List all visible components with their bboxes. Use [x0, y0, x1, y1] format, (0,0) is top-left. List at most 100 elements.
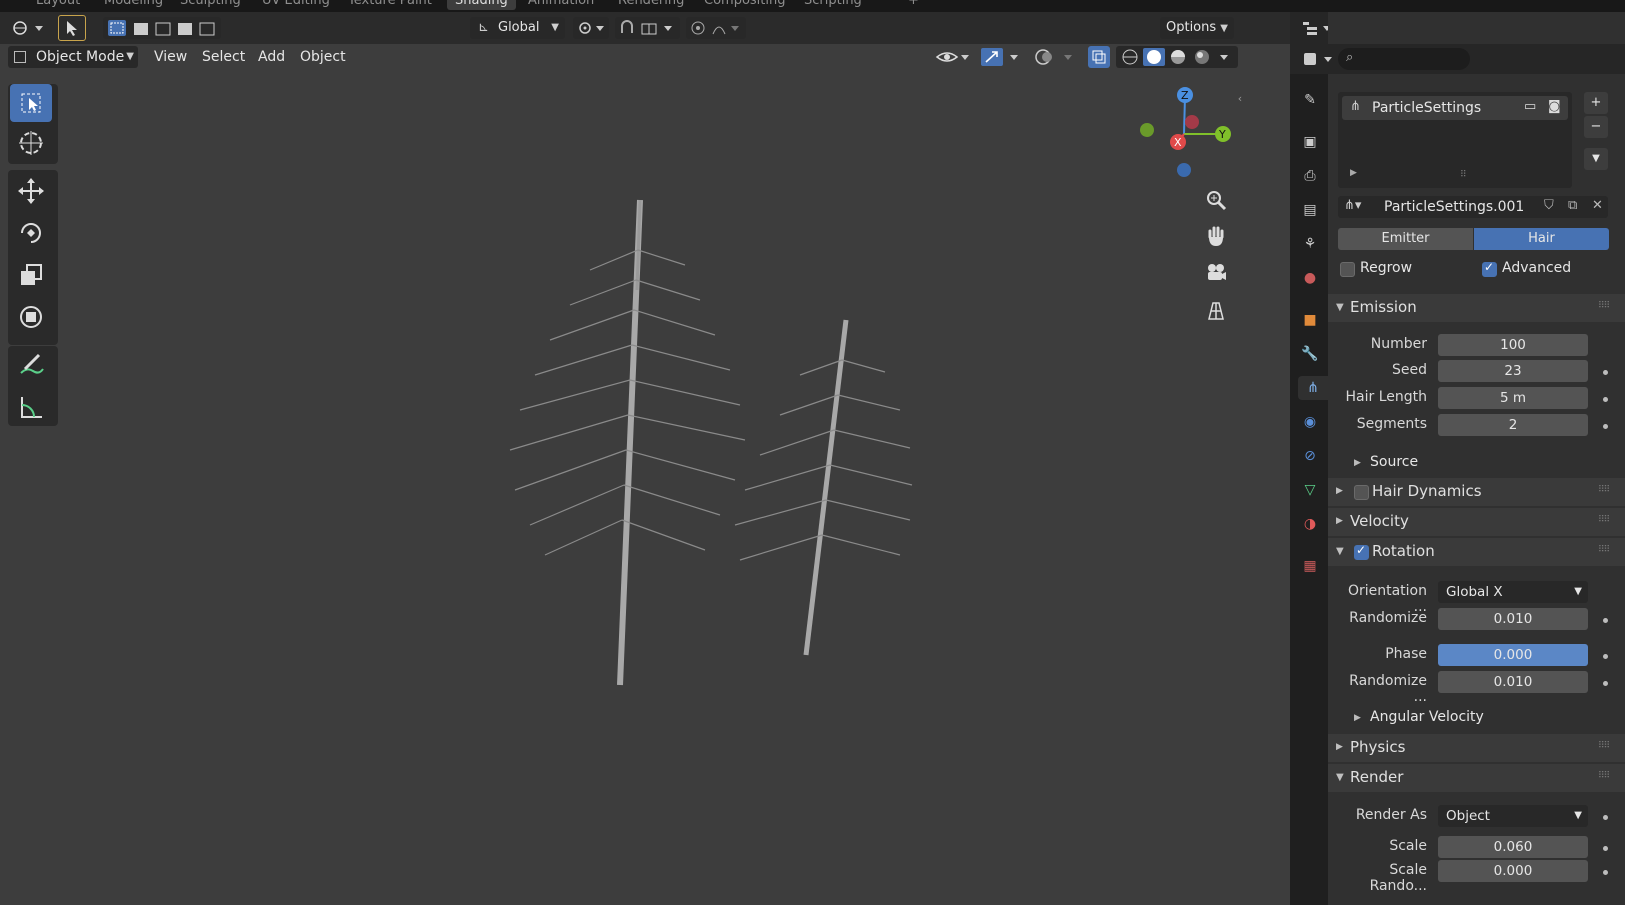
- measure-tool[interactable]: [10, 388, 52, 426]
- modifier-wrench-icon[interactable]: 🔧: [1298, 342, 1322, 366]
- resize-grip-icon[interactable]: ⠿: [1460, 170, 1467, 180]
- menu-view[interactable]: View: [148, 46, 193, 68]
- menu-add[interactable]: Add: [252, 46, 291, 68]
- menu-object[interactable]: Object: [294, 46, 352, 68]
- scale-tool[interactable]: [10, 256, 52, 294]
- keyframe-dot[interactable]: [1603, 654, 1608, 659]
- object-tab-icon[interactable]: ■: [1298, 308, 1322, 332]
- workspace-tab[interactable]: Texture Paint: [340, 0, 440, 10]
- orientation-dropdown[interactable]: Global X ▼: [1438, 581, 1588, 603]
- keyframe-dot[interactable]: [1603, 870, 1608, 875]
- randomize-phase-field[interactable]: 0.010: [1438, 671, 1588, 693]
- fake-user-shield-icon[interactable]: ⛉: [1544, 198, 1554, 213]
- selection-mode-icons[interactable]: [103, 17, 221, 39]
- select-box-tool[interactable]: [10, 84, 52, 122]
- shading-mode-icons[interactable]: [1116, 46, 1238, 68]
- perspective-toggle-icon[interactable]: [1202, 296, 1230, 324]
- specials-menu-button[interactable]: ▼: [1584, 148, 1608, 170]
- snap-icon[interactable]: [615, 17, 680, 39]
- angular-velocity-subpanel[interactable]: Angular Velocity: [1370, 709, 1484, 725]
- hair-length-field[interactable]: 5 m: [1438, 387, 1588, 409]
- proportional-editing-icon[interactable]: [686, 17, 746, 39]
- segments-field[interactable]: 2: [1438, 414, 1588, 436]
- pivot-point-icon[interactable]: [573, 17, 609, 39]
- material-tab-icon[interactable]: ◑: [1298, 512, 1322, 536]
- physics-tab-icon[interactable]: ◉: [1298, 410, 1322, 434]
- close-icon[interactable]: ✕: [1592, 198, 1603, 213]
- duplicate-icon[interactable]: ⧉: [1568, 198, 1577, 213]
- workspace-tab[interactable]: Modeling: [96, 0, 171, 10]
- move-tool[interactable]: [10, 172, 52, 210]
- xray-toggle-icon[interactable]: [1088, 46, 1110, 68]
- add-slot-button[interactable]: +: [1584, 92, 1608, 114]
- keyframe-dot[interactable]: [1603, 846, 1608, 851]
- visibility-eye-icon[interactable]: [933, 46, 973, 68]
- remove-slot-button[interactable]: −: [1584, 116, 1608, 138]
- scene-tab-icon[interactable]: ⚘: [1298, 232, 1322, 256]
- object-data-tab-icon[interactable]: ▽: [1298, 478, 1322, 502]
- tool-settings-tab-icon[interactable]: ✎: [1298, 88, 1322, 112]
- scale-field[interactable]: 0.060: [1438, 836, 1588, 858]
- constraints-tab-icon[interactable]: ⊘: [1298, 444, 1322, 468]
- regrow-checkbox[interactable]: [1340, 262, 1355, 277]
- navigation-gizmo[interactable]: Z Y X: [1130, 84, 1240, 184]
- gizmo-toggle-icon[interactable]: [978, 46, 1026, 68]
- expand-icon[interactable]: ▶: [1350, 168, 1357, 178]
- hair-dynamics-checkbox[interactable]: [1354, 485, 1369, 500]
- camera-view-icon[interactable]: [1202, 258, 1230, 286]
- mode-dropdown[interactable]: Object Mode ▼: [8, 46, 138, 68]
- keyframe-dot[interactable]: [1603, 370, 1608, 375]
- view-layer-tab-icon[interactable]: ▤: [1298, 198, 1322, 222]
- particles-browse-icon[interactable]: ⋔▾: [1344, 198, 1361, 213]
- rotation-checkbox[interactable]: [1354, 543, 1369, 560]
- drag-grip-icon[interactable]: ⠿⠿: [1598, 515, 1610, 525]
- drag-grip-icon[interactable]: ⠿⠿: [1598, 771, 1610, 781]
- workspace-tab[interactable]: Compositing: [696, 0, 794, 10]
- annotate-tool[interactable]: [10, 346, 52, 384]
- render-tab-icon[interactable]: ▣: [1298, 130, 1322, 154]
- seed-field[interactable]: 23: [1438, 360, 1588, 382]
- phase-field[interactable]: 0.000: [1438, 644, 1588, 666]
- editor-type-icon[interactable]: [8, 17, 48, 39]
- particles-tab-icon[interactable]: ⋔: [1298, 376, 1328, 400]
- transform-tool[interactable]: [10, 298, 52, 336]
- pan-hand-icon[interactable]: [1202, 222, 1230, 250]
- randomize-field[interactable]: 0.010: [1438, 608, 1588, 630]
- add-workspace-button[interactable]: +: [900, 0, 927, 10]
- drag-grip-icon[interactable]: ⠿⠿: [1598, 545, 1610, 555]
- drag-grip-icon[interactable]: ⠿⠿: [1598, 485, 1610, 495]
- datablock-name[interactable]: ParticleSettings.001: [1384, 199, 1524, 215]
- emitter-type-button[interactable]: Emitter: [1338, 228, 1473, 250]
- render-camera-icon[interactable]: ◙: [1548, 99, 1561, 114]
- workspace-tab[interactable]: UV Editing: [254, 0, 338, 10]
- zoom-icon[interactable]: [1202, 186, 1230, 214]
- options-dropdown[interactable]: Options ▼: [1160, 17, 1234, 39]
- menu-select[interactable]: Select: [196, 46, 251, 68]
- number-field[interactable]: 100: [1438, 334, 1588, 356]
- list-item[interactable]: ⋔ ParticleSettings ▭ ◙: [1342, 96, 1568, 120]
- drag-grip-icon[interactable]: ⠿⠿: [1598, 741, 1610, 751]
- workspace-tab[interactable]: Animation: [520, 0, 602, 10]
- drag-grip-icon[interactable]: ⠿⠿: [1598, 301, 1610, 311]
- keyframe-dot[interactable]: [1603, 681, 1608, 686]
- keyframe-dot[interactable]: [1603, 815, 1608, 820]
- texture-tab-icon[interactable]: ▦: [1298, 554, 1322, 578]
- tree-objects[interactable]: [480, 190, 940, 710]
- world-tab-icon[interactable]: ●: [1298, 266, 1322, 290]
- properties-search-input[interactable]: ⌕: [1338, 48, 1470, 70]
- keyframe-dot[interactable]: [1603, 424, 1608, 429]
- workspace-tab[interactable]: Rendering: [610, 0, 692, 10]
- hair-type-button[interactable]: Hair: [1474, 228, 1609, 250]
- transform-orientation-dropdown[interactable]: ⊾ Global ▼: [470, 17, 565, 39]
- advanced-checkbox[interactable]: [1482, 260, 1497, 277]
- workspace-tab[interactable]: Sculpting: [172, 0, 249, 10]
- render-as-dropdown[interactable]: Object ▼: [1438, 805, 1588, 827]
- select-tool-icon[interactable]: [58, 15, 86, 41]
- collapse-sidebar-icon[interactable]: ‹: [1234, 90, 1246, 106]
- editor-type-icon[interactable]: [1300, 48, 1336, 70]
- overlays-icon[interactable]: [1032, 46, 1080, 68]
- workspace-tab[interactable]: Scripting: [796, 0, 870, 10]
- source-subpanel[interactable]: Source: [1370, 454, 1418, 470]
- keyframe-dot[interactable]: [1603, 397, 1608, 402]
- workspace-tab-active[interactable]: Shading: [447, 0, 516, 10]
